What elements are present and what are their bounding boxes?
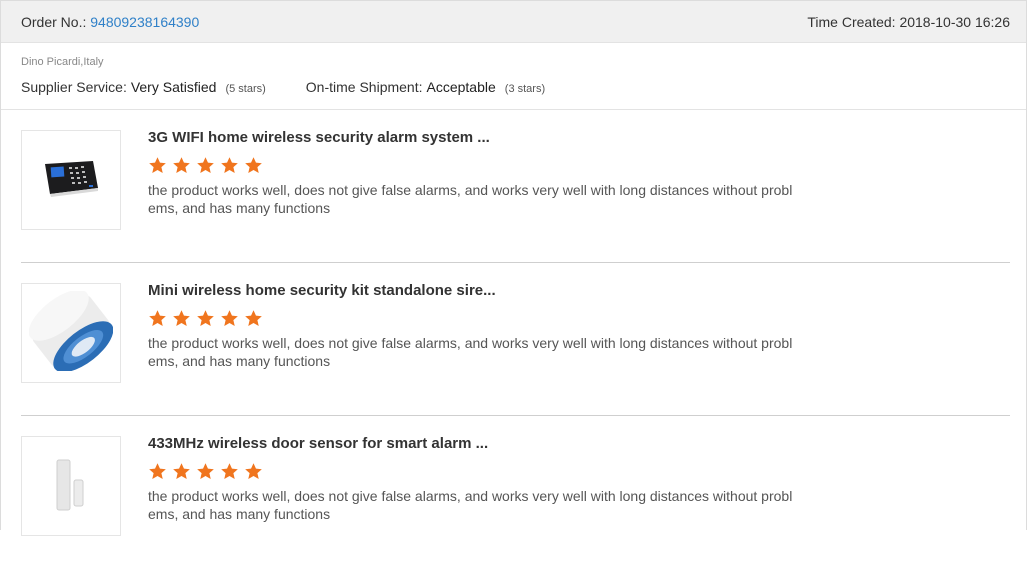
order-number-label: Order No.:	[21, 13, 87, 30]
star-rating	[148, 309, 798, 328]
star-icon	[220, 156, 239, 175]
star-icon	[148, 309, 167, 328]
shipment-value: Acceptable	[426, 79, 496, 95]
door-sensor-icon	[51, 454, 91, 519]
order-number-link[interactable]: 94809238164390	[90, 14, 199, 30]
order-header: Order No.: 94809238164390 Time Created: …	[1, 1, 1026, 43]
star-icon	[196, 156, 215, 175]
star-icon	[244, 309, 263, 328]
shipment-rating: On-time Shipment: Acceptable (3 stars)	[306, 79, 545, 95]
star-icon	[148, 156, 167, 175]
product-title[interactable]: 433MHz wireless door sensor for smart al…	[148, 435, 798, 453]
product-review: 3G WIFI home wireless security alarm sys…	[21, 110, 1010, 263]
product-title[interactable]: 3G WIFI home wireless security alarm sys…	[148, 129, 798, 147]
alarm-panel-icon	[41, 158, 101, 203]
product-review: 433MHz wireless door sensor for smart al…	[21, 416, 1010, 569]
product-thumbnail[interactable]	[21, 130, 121, 230]
product-thumbnail[interactable]	[21, 283, 121, 383]
product-review: Mini wireless home security kit standalo…	[21, 263, 1010, 416]
star-rating	[148, 462, 798, 481]
star-icon	[220, 462, 239, 481]
review-comment: the product works well, does not give fa…	[148, 182, 793, 216]
supplier-service-stars: (5 stars)	[225, 83, 266, 95]
product-info: 433MHz wireless door sensor for smart al…	[148, 435, 798, 569]
star-icon	[244, 462, 263, 481]
shipment-stars: (3 stars)	[504, 83, 546, 95]
star-icon	[148, 462, 167, 481]
supplier-service-label: Supplier Service:	[21, 79, 127, 95]
star-icon	[172, 309, 191, 328]
review-comment: the product works well, does not give fa…	[148, 488, 793, 522]
supplier-service-rating: Supplier Service: Very Satisfied (5 star…	[21, 79, 266, 95]
siren-icon	[28, 289, 114, 376]
time-created: Time Created: 2018-10-30 16:26	[807, 14, 1010, 30]
star-rating	[148, 156, 798, 175]
product-title[interactable]: Mini wireless home security kit standalo…	[148, 282, 798, 300]
star-icon	[172, 156, 191, 175]
star-icon	[220, 309, 239, 328]
product-info: Mini wireless home security kit standalo…	[148, 282, 798, 415]
seller-ratings: Supplier Service: Very Satisfied (5 star…	[21, 79, 1006, 95]
time-created-label: Time Created:	[807, 13, 896, 30]
buyer-feedback: Dino Picardi,Italy Supplier Service: Ver…	[1, 43, 1026, 110]
star-icon	[196, 309, 215, 328]
buyer-name: Dino Picardi,Italy	[21, 56, 104, 68]
product-thumbnail[interactable]	[21, 436, 121, 536]
shipment-label: On-time Shipment:	[305, 79, 423, 95]
supplier-service-value: Very Satisfied	[130, 79, 217, 95]
time-created-value: 2018-10-30 16:26	[899, 13, 1010, 30]
order-number-group: Order No.: 94809238164390	[21, 14, 199, 30]
product-review-list: 3G WIFI home wireless security alarm sys…	[1, 110, 1026, 569]
star-icon	[244, 156, 263, 175]
star-icon	[196, 462, 215, 481]
order-feedback-card: Order No.: 94809238164390 Time Created: …	[0, 0, 1027, 536]
review-comment: the product works well, does not give fa…	[148, 335, 793, 369]
product-info: 3G WIFI home wireless security alarm sys…	[148, 129, 798, 262]
star-icon	[172, 462, 191, 481]
